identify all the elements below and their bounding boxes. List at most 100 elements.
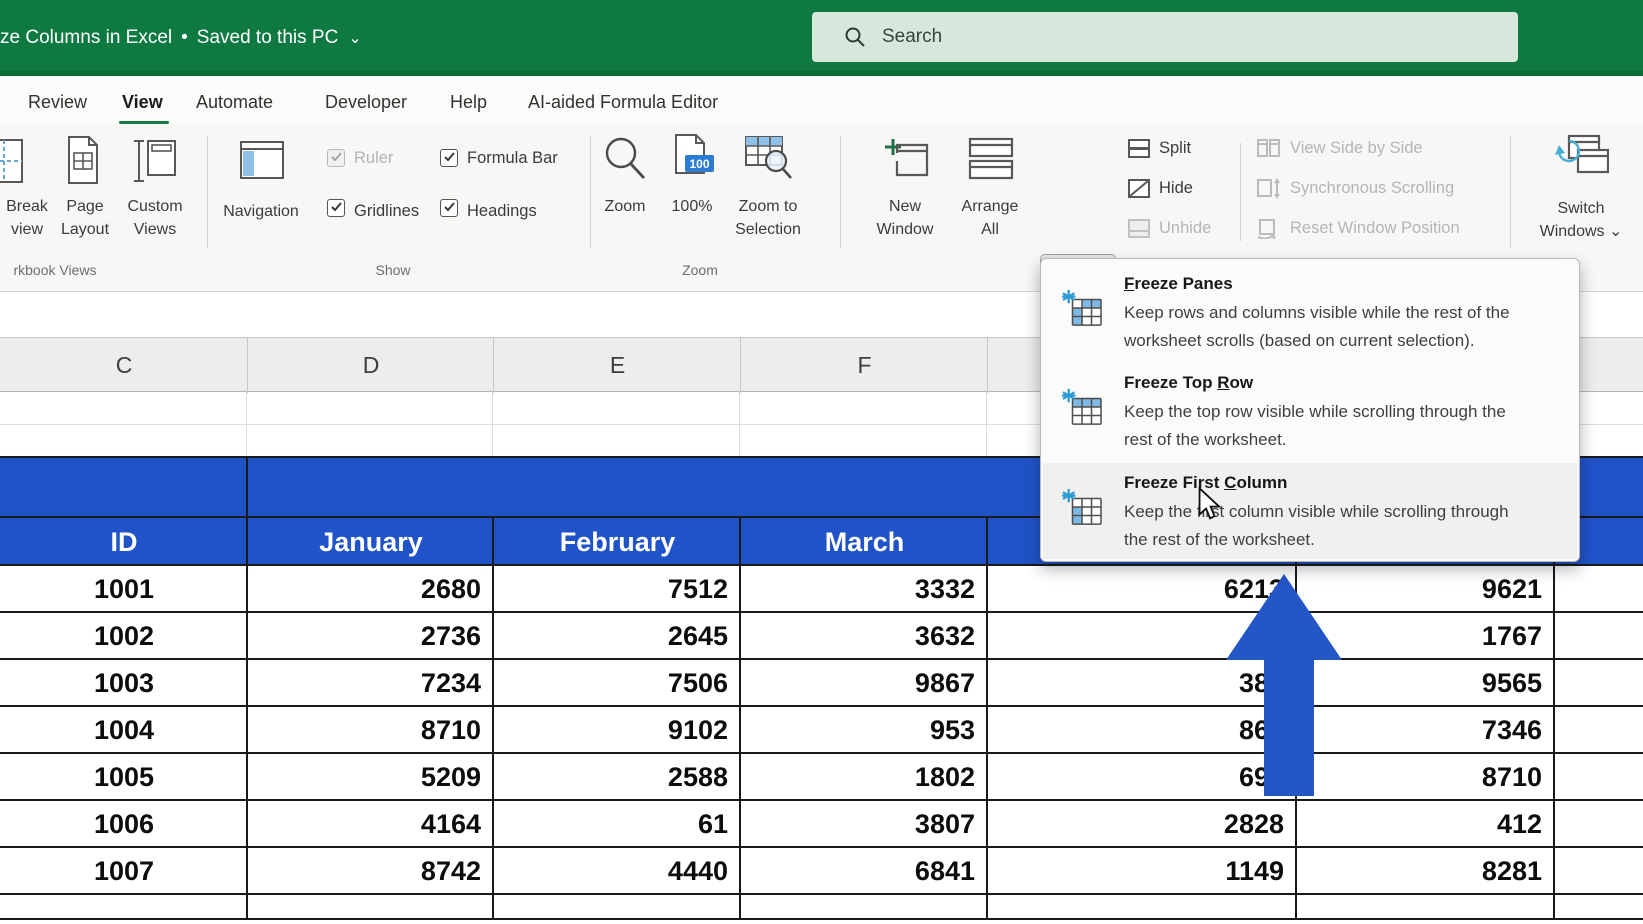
- ruler-checkbox: [327, 149, 345, 167]
- zoom-icon[interactable]: [601, 135, 649, 183]
- synchronous-scrolling-icon: [1257, 178, 1280, 199]
- tab-help[interactable]: Help: [450, 80, 487, 125]
- hide-button[interactable]: Hide: [1127, 178, 1193, 199]
- column-separator: [987, 338, 988, 393]
- tab-view[interactable]: View: [122, 80, 163, 125]
- table-cell[interactable]: 1149: [988, 848, 1297, 895]
- search-box[interactable]: Search: [812, 12, 1518, 62]
- tab-developer[interactable]: Developer: [325, 80, 407, 125]
- tab-automate[interactable]: Automate: [196, 80, 273, 125]
- page-break-preview-icon[interactable]: [0, 137, 24, 185]
- table-cell[interactable]: 1002: [0, 613, 248, 660]
- freeze-first-column-icon: [1061, 488, 1103, 531]
- table-cell[interactable]: 1001: [0, 566, 248, 613]
- column-header-D[interactable]: D: [248, 338, 494, 393]
- table-border: [739, 518, 741, 920]
- formula-bar-label[interactable]: Formula Bar: [467, 148, 558, 168]
- split-button[interactable]: Split: [1127, 138, 1191, 159]
- page-layout-icon[interactable]: [63, 135, 103, 185]
- table-cell[interactable]: 8710: [248, 707, 494, 754]
- switch-windows-icon[interactable]: [1553, 133, 1609, 187]
- freeze-top-row-icon: [1061, 388, 1103, 431]
- custom-views-label[interactable]: Custom Views: [100, 195, 210, 241]
- table-cell[interactable]: 1802: [741, 754, 988, 801]
- synchronous-scrolling-button: Synchronous Scrolling: [1256, 178, 1454, 199]
- arrange-all-label[interactable]: Arrange All: [935, 195, 1045, 241]
- table-cell[interactable]: 3807: [741, 801, 988, 848]
- search-placeholder: Search: [882, 26, 943, 47]
- column-header-C[interactable]: C: [0, 338, 248, 393]
- svg-text:100: 100: [689, 157, 709, 171]
- table-cell[interactable]: 2736: [248, 613, 494, 660]
- freeze-top-row-grid-icon: [1062, 388, 1102, 425]
- show-group-label: Show: [375, 262, 411, 278]
- saved-status-chevron-icon[interactable]: ⌄: [348, 30, 361, 47]
- table-cell[interactable]: 1003: [0, 660, 248, 707]
- freeze-panes-dropdown: Freeze Panes Keep rows and columns visibl…: [1040, 258, 1580, 562]
- custom-views-icon[interactable]: [133, 135, 177, 185]
- table-cell[interactable]: 1007: [0, 848, 248, 895]
- table-cell[interactable]: 7512: [494, 566, 741, 613]
- mouse-cursor: [1198, 487, 1222, 520]
- headings-label[interactable]: Headings: [467, 201, 537, 221]
- column-header-E[interactable]: E: [494, 338, 741, 393]
- gridlines-label[interactable]: Gridlines: [354, 201, 419, 221]
- tab-review[interactable]: Review: [28, 80, 87, 125]
- table-cell[interactable]: 8281: [1297, 848, 1555, 895]
- table-cell[interactable]: 7234: [248, 660, 494, 707]
- document-name: ze Columns in Excel: [0, 27, 173, 48]
- view-side-by-side-button: View Side by Side: [1256, 138, 1423, 159]
- table-border: [986, 518, 988, 920]
- column-header-F[interactable]: F: [741, 338, 988, 393]
- group-separator: [840, 136, 841, 248]
- freeze-first-column-grid-icon: [1062, 488, 1102, 525]
- formula-bar-checkbox[interactable]: [440, 149, 458, 167]
- saved-status[interactable]: Saved to this PC: [197, 27, 339, 48]
- zoom-to-selection-icon[interactable]: [744, 135, 794, 183]
- table-cell[interactable]: 4164: [248, 801, 494, 848]
- column-separator: [493, 338, 494, 393]
- freeze-panes-icon: [1061, 289, 1103, 332]
- unhide-icon: [1128, 219, 1150, 238]
- table-cell[interactable]: 5209: [248, 754, 494, 801]
- table-header-cell[interactable]: January: [248, 518, 494, 566]
- table-cell[interactable]: 4440: [494, 848, 741, 895]
- table-cell[interactable]: 1004: [0, 707, 248, 754]
- table-header-cell[interactable]: March: [741, 518, 988, 566]
- table-cell[interactable]: 3332: [741, 566, 988, 613]
- table-cell[interactable]: 2680: [248, 566, 494, 613]
- navigation-icon[interactable]: [238, 139, 286, 181]
- table-cell[interactable]: 1006: [0, 801, 248, 848]
- table-cell[interactable]: 1005: [0, 754, 248, 801]
- table-header-cell[interactable]: ID: [0, 518, 248, 566]
- active-tab-underline: [119, 121, 169, 124]
- table-cell[interactable]: 412: [1297, 801, 1555, 848]
- arrange-all-icon[interactable]: [966, 135, 1016, 183]
- tab-ai-aided-formula-editor[interactable]: AI-aided Formula Editor: [528, 80, 718, 125]
- zoom-to-selection-label[interactable]: Zoom to Selection: [713, 195, 823, 241]
- group-separator: [590, 136, 591, 248]
- table-cell[interactable]: 9102: [494, 707, 741, 754]
- new-window-icon[interactable]: [881, 135, 931, 183]
- gridlines-checkbox[interactable]: [327, 199, 345, 217]
- table-cell[interactable]: 6841: [741, 848, 988, 895]
- table-cell[interactable]: 8742: [248, 848, 494, 895]
- excel-window: ze Columns in Excel • Saved to this PC ⌄ Se…: [0, 0, 1643, 924]
- switch-windows-label[interactable]: Switch Windows ⌄: [1526, 197, 1636, 243]
- zoom-group-label: Zoom: [682, 262, 718, 278]
- table-cell[interactable]: 2588: [494, 754, 741, 801]
- navigation-label[interactable]: Navigation: [206, 200, 316, 223]
- table-cell[interactable]: 9867: [741, 660, 988, 707]
- table-cell[interactable]: 3632: [741, 613, 988, 660]
- zoom-100-icon[interactable]: 100: [668, 133, 716, 185]
- headings-checkbox[interactable]: [440, 199, 458, 217]
- table-cell[interactable]: 7506: [494, 660, 741, 707]
- search-icon: [845, 27, 865, 47]
- hide-icon: [1128, 179, 1150, 198]
- document-title: ze Columns in Excel • Saved to this PC ⌄: [0, 24, 362, 52]
- table-cell[interactable]: 2828: [988, 801, 1297, 848]
- table-cell[interactable]: 2645: [494, 613, 741, 660]
- table-header-cell[interactable]: February: [494, 518, 741, 566]
- table-cell[interactable]: 953: [741, 707, 988, 754]
- table-cell[interactable]: 61: [494, 801, 741, 848]
